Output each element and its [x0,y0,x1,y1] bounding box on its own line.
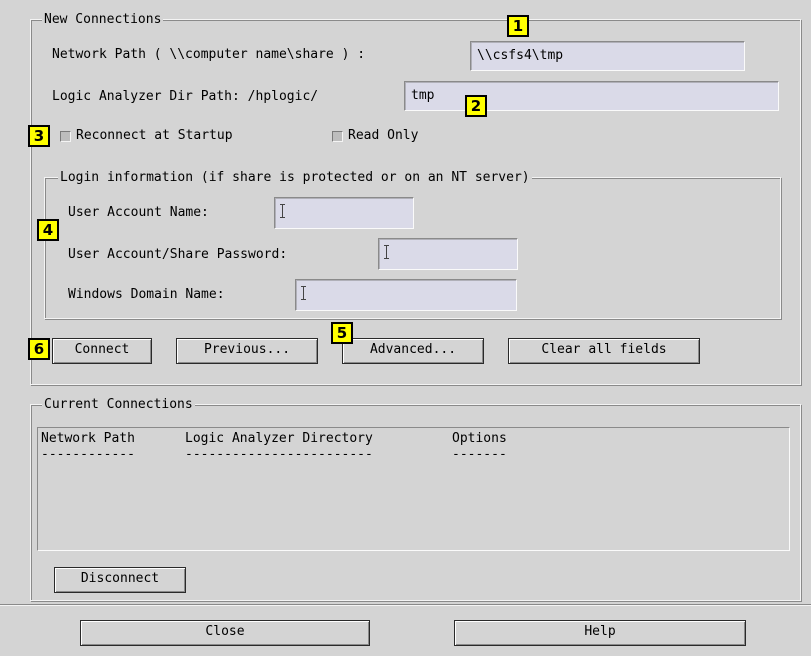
callout-1: 1 [507,15,529,37]
domain-input[interactable] [295,279,517,311]
network-path-label: Network Path ( \\computer name\share ) : [52,47,366,62]
callout-5: 5 [331,322,353,344]
reconnect-checkbox[interactable] [60,131,71,142]
column-header-la-directory: Logic Analyzer Directory [185,431,373,446]
text-cursor-icon [301,286,306,300]
network-path-input[interactable]: \\csfs4\tmp [470,41,745,71]
text-cursor-icon [384,245,389,259]
text-cursor-icon [280,204,285,218]
column-header-network-path: Network Path [41,431,135,446]
user-account-input[interactable] [274,197,414,229]
connections-list[interactable] [37,427,790,551]
callout-6: 6 [28,338,50,360]
la-dir-path-input[interactable]: tmp [404,81,779,111]
password-label: User Account/Share Password: [68,247,288,262]
new-connections-legend: New Connections [42,12,164,28]
column-header-options: Options [452,431,507,446]
reconnect-label[interactable]: Reconnect at Startup [76,128,233,144]
clear-all-fields-button[interactable]: Clear all fields [508,338,700,364]
column-underline: ------------------------ [185,447,373,462]
column-underline: ------- [452,447,507,462]
previous-button[interactable]: Previous... [176,338,318,364]
read-only-checkbox[interactable] [332,131,343,142]
advanced-button[interactable]: Advanced... [342,338,484,364]
user-account-label: User Account Name: [68,205,209,220]
password-input[interactable] [378,238,518,270]
read-only-label[interactable]: Read Only [348,128,418,144]
connect-button[interactable]: Connect [52,338,152,364]
current-connections-legend: Current Connections [42,397,195,413]
callout-3: 3 [28,125,50,147]
column-underline: ------------ [41,447,135,462]
login-info-legend: Login information (if share is protected… [58,170,532,186]
help-button[interactable]: Help [454,620,746,646]
callout-4: 4 [37,219,59,241]
callout-2: 2 [465,95,487,117]
domain-label: Windows Domain Name: [68,287,225,302]
close-button[interactable]: Close [80,620,370,646]
footer-separator-highlight [0,605,811,606]
disconnect-button[interactable]: Disconnect [54,567,186,593]
la-dir-path-label: Logic Analyzer Dir Path: /hplogic/ [52,89,319,104]
